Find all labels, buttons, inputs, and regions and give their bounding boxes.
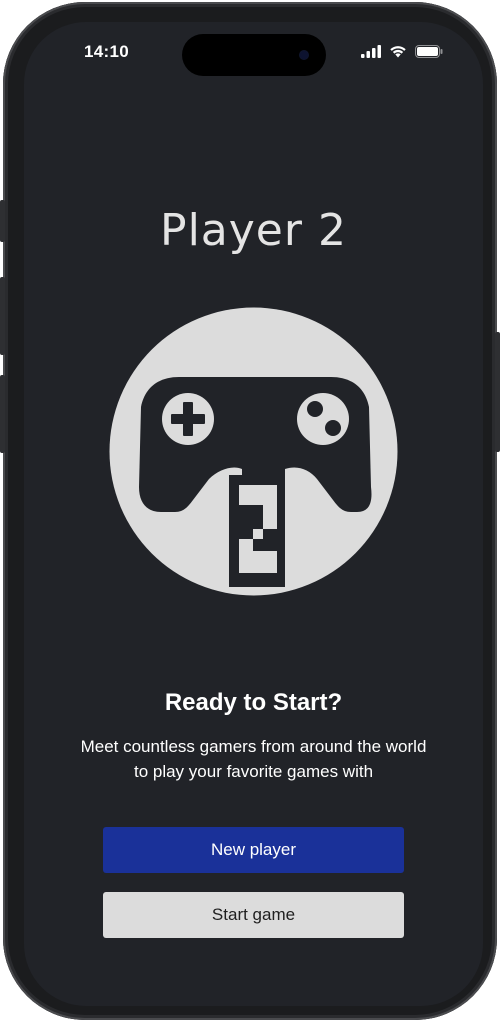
dynamic-island xyxy=(182,34,326,76)
gamepad-player-2-icon xyxy=(109,307,398,596)
status-icons xyxy=(361,45,443,58)
new-player-button[interactable]: New player xyxy=(103,827,404,873)
action-button xyxy=(0,200,5,242)
status-bar: 14:10 xyxy=(24,22,483,82)
wifi-icon xyxy=(390,46,406,58)
phone-frame: 14:10 Player 2 Ready to Start? Meet coun… xyxy=(0,2,500,1020)
app-screen: 14:10 Player 2 Ready to Start? Meet coun… xyxy=(24,22,483,1006)
section-heading: Ready to Start? xyxy=(164,689,343,716)
page-title: Player 2 xyxy=(160,205,347,256)
start-game-button[interactable]: Start game xyxy=(103,892,404,938)
volume-up-button xyxy=(0,277,5,355)
status-time: 14:10 xyxy=(84,42,129,61)
power-button xyxy=(495,332,500,452)
battery-icon xyxy=(415,45,443,58)
volume-down-button xyxy=(0,375,5,453)
description-text: Meet countless gamers from around the wo… xyxy=(80,737,427,781)
cellular-signal-icon xyxy=(361,45,381,58)
front-camera xyxy=(300,51,308,59)
